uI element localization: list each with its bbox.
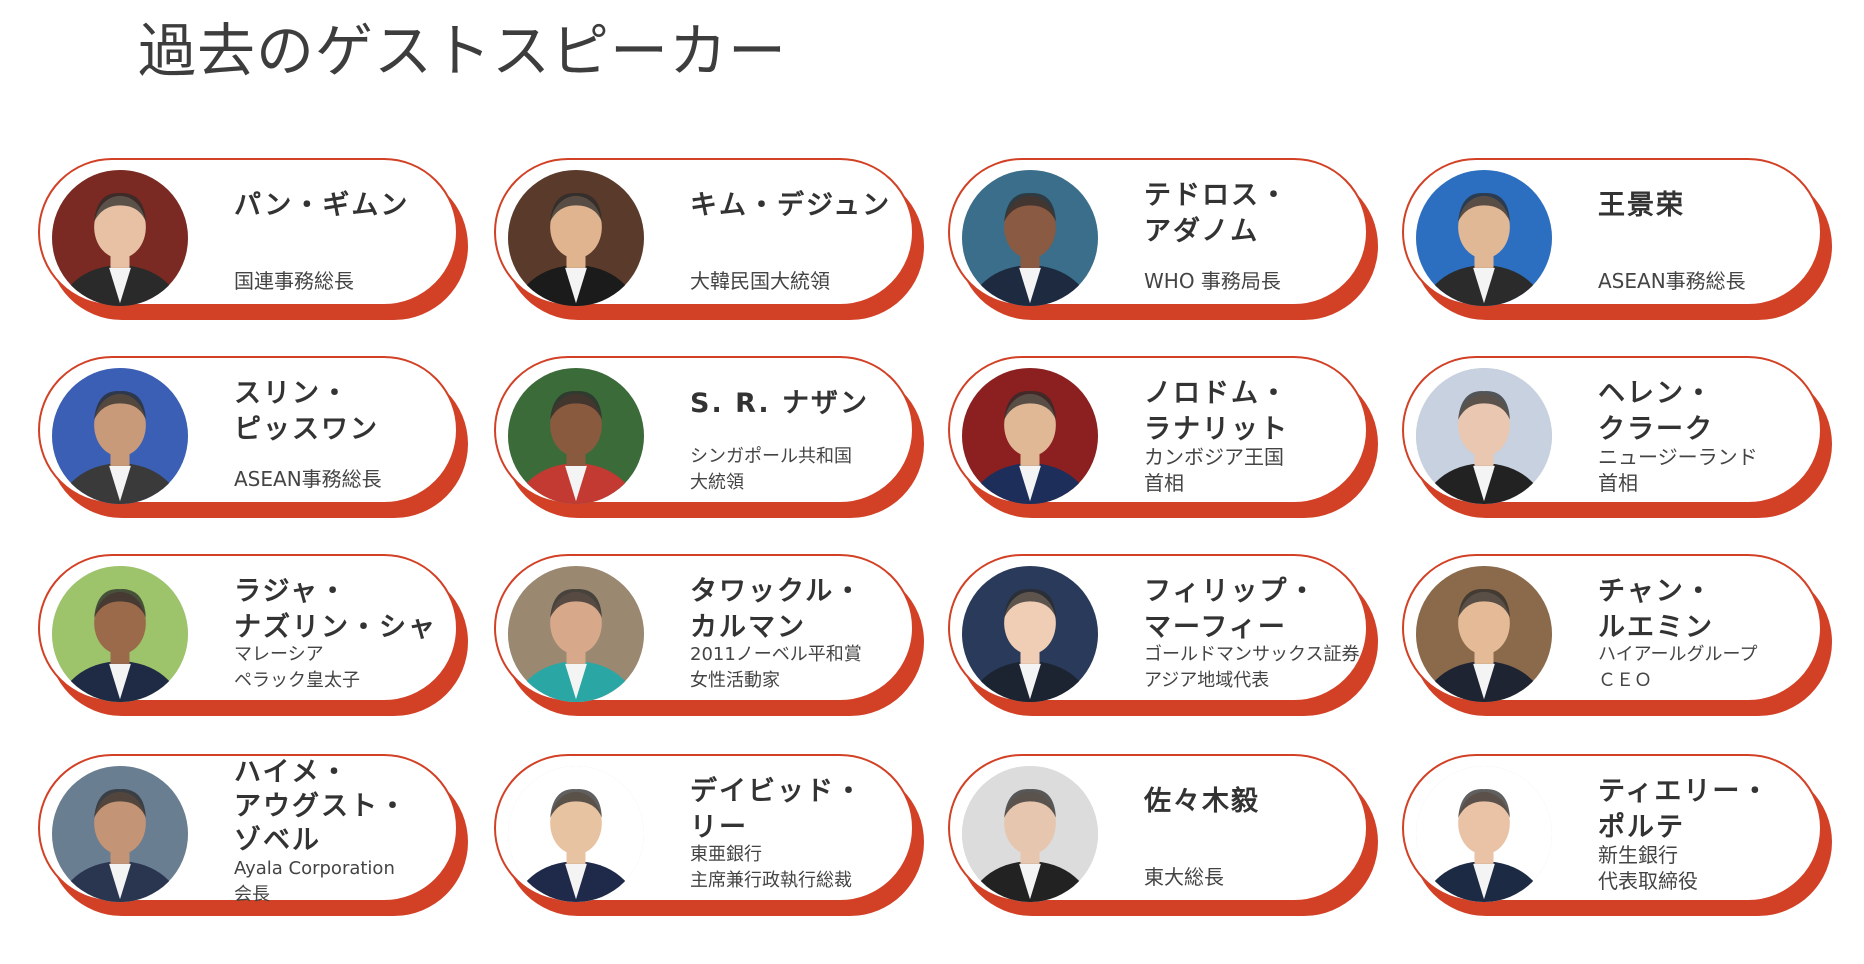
speaker-name: ティエリー・ ポルテ [1598,776,1771,843]
speaker-name: ヘレン・ クラーク [1598,378,1714,445]
speaker-photo [962,766,1098,902]
speaker-role: カンボジア王国 首相 [1144,445,1284,495]
speaker-card: フィリップ・ マーフィー ゴールドマンサックス証券 アジア地域代表 [948,554,1378,716]
speaker-photo [1416,368,1552,504]
speaker-role: 東大総長 [1144,865,1224,889]
speaker-name: パン・ギムン [234,190,410,221]
speaker-name: スリン・ ピッスワン [234,378,379,445]
speaker-card: ラジャ・ ナズリン・シャ マレーシア ペラック皇太子 [38,554,468,716]
page-title: 過去のゲストスピーカー [138,17,788,85]
speaker-photo [52,766,188,902]
speaker-photo [508,170,644,306]
speaker-name: 王景荣 [1598,190,1685,221]
speaker-role: WHO 事務局長 [1144,269,1281,293]
portrait-icon [962,566,1098,702]
portrait-icon [962,368,1098,504]
speaker-card: ノロドム・ ラナリット カンボジア王国 首相 [948,356,1378,518]
speaker-photo [52,170,188,306]
speaker-card: タワックル・ カルマン 2011ノーベル平和賞 女性活動家 [494,554,924,716]
speaker-role: 国連事務総長 [234,269,354,293]
speaker-name: チャン・ ルエミン [1598,576,1714,643]
speaker-role: Ayala Corporation 会長 [234,858,395,905]
speaker-role: 新生銀行 代表取締役 [1598,843,1698,893]
speaker-photo [52,368,188,504]
portrait-icon [508,170,644,306]
portrait-icon [1416,766,1552,902]
speaker-card: ティエリー・ ポルテ 新生銀行 代表取締役 [1402,754,1832,916]
portrait-icon [508,766,644,902]
speaker-photo [1416,766,1552,902]
speaker-photo [508,766,644,902]
speaker-photo [1416,566,1552,702]
speaker-card: ハイメ・ アウグスト・ ゾベル Ayala Corporation 会長 [38,754,468,916]
speaker-photo [962,368,1098,504]
speaker-role: 大韓民国大統領 [690,269,830,293]
portrait-icon [1416,170,1552,306]
speaker-photo [1416,170,1552,306]
speaker-name: ノロドム・ ラナリット [1144,378,1289,445]
speaker-card: キム・デジュン大韓民国大統領 [494,158,924,320]
speaker-photo [962,566,1098,702]
speaker-role: シンガポール共和国 大統領 [690,446,852,493]
speaker-name: 佐々木毅 [1144,786,1260,817]
speaker-name: キム・デジュン [690,190,892,221]
portrait-icon [508,368,644,504]
speaker-photo [52,566,188,702]
speaker-role: ASEAN事務総長 [234,467,382,491]
speaker-card: S. R. ナザンシンガポール共和国 大統領 [494,356,924,518]
speaker-role: ゴールドマンサックス証券 アジア地域代表 [1144,644,1360,691]
speaker-card: 王景荣 ASEAN事務総長 [1402,158,1832,320]
speaker-card: テドロス・ アダノム WHO 事務局長 [948,158,1378,320]
speaker-name: ラジャ・ ナズリン・シャ [234,576,437,643]
speaker-card: スリン・ ピッスワン ASEAN事務総長 [38,356,468,518]
speaker-card: ヘレン・ クラーク ニュージーランド 首相 [1402,356,1832,518]
speaker-name: デイビッド・ リー [690,776,864,843]
speaker-name: タワックル・ カルマン [690,576,864,643]
portrait-icon [1416,368,1552,504]
speaker-card: チャン・ ルエミン ハイアールグループ ＣＥＯ [1402,554,1832,716]
portrait-icon [962,766,1098,902]
portrait-icon [52,566,188,702]
portrait-icon [1416,566,1552,702]
speaker-role: 2011ノーベル平和賞 女性活動家 [690,644,862,691]
portrait-icon [962,170,1098,306]
speaker-card: デイビッド・ リー 東亜銀行 主席兼行政執行総裁 [494,754,924,916]
speaker-photo [508,566,644,702]
speaker-card: パン・ギムン国連事務総長 [38,158,468,320]
portrait-icon [52,766,188,902]
portrait-icon [52,368,188,504]
speaker-role: ニュージーランド 首相 [1598,445,1758,495]
speaker-role: ハイアールグループ ＣＥＯ [1598,644,1758,691]
speaker-role: 東亜銀行 主席兼行政執行総裁 [690,844,852,891]
speaker-name: フィリップ・ マーフィー [1144,576,1318,643]
speaker-name: テドロス・ アダノム [1144,180,1289,247]
speaker-name: ハイメ・ アウグスト・ ゾベル [234,757,408,856]
portrait-icon [508,566,644,702]
portrait-icon [52,170,188,306]
speaker-photo [962,170,1098,306]
speaker-card: 佐々木毅 東大総長 [948,754,1378,916]
speaker-name: S. R. ナザン [690,388,870,419]
speaker-role: ASEAN事務総長 [1598,269,1746,293]
speaker-role: マレーシア ペラック皇太子 [234,644,360,691]
speaker-photo [508,368,644,504]
